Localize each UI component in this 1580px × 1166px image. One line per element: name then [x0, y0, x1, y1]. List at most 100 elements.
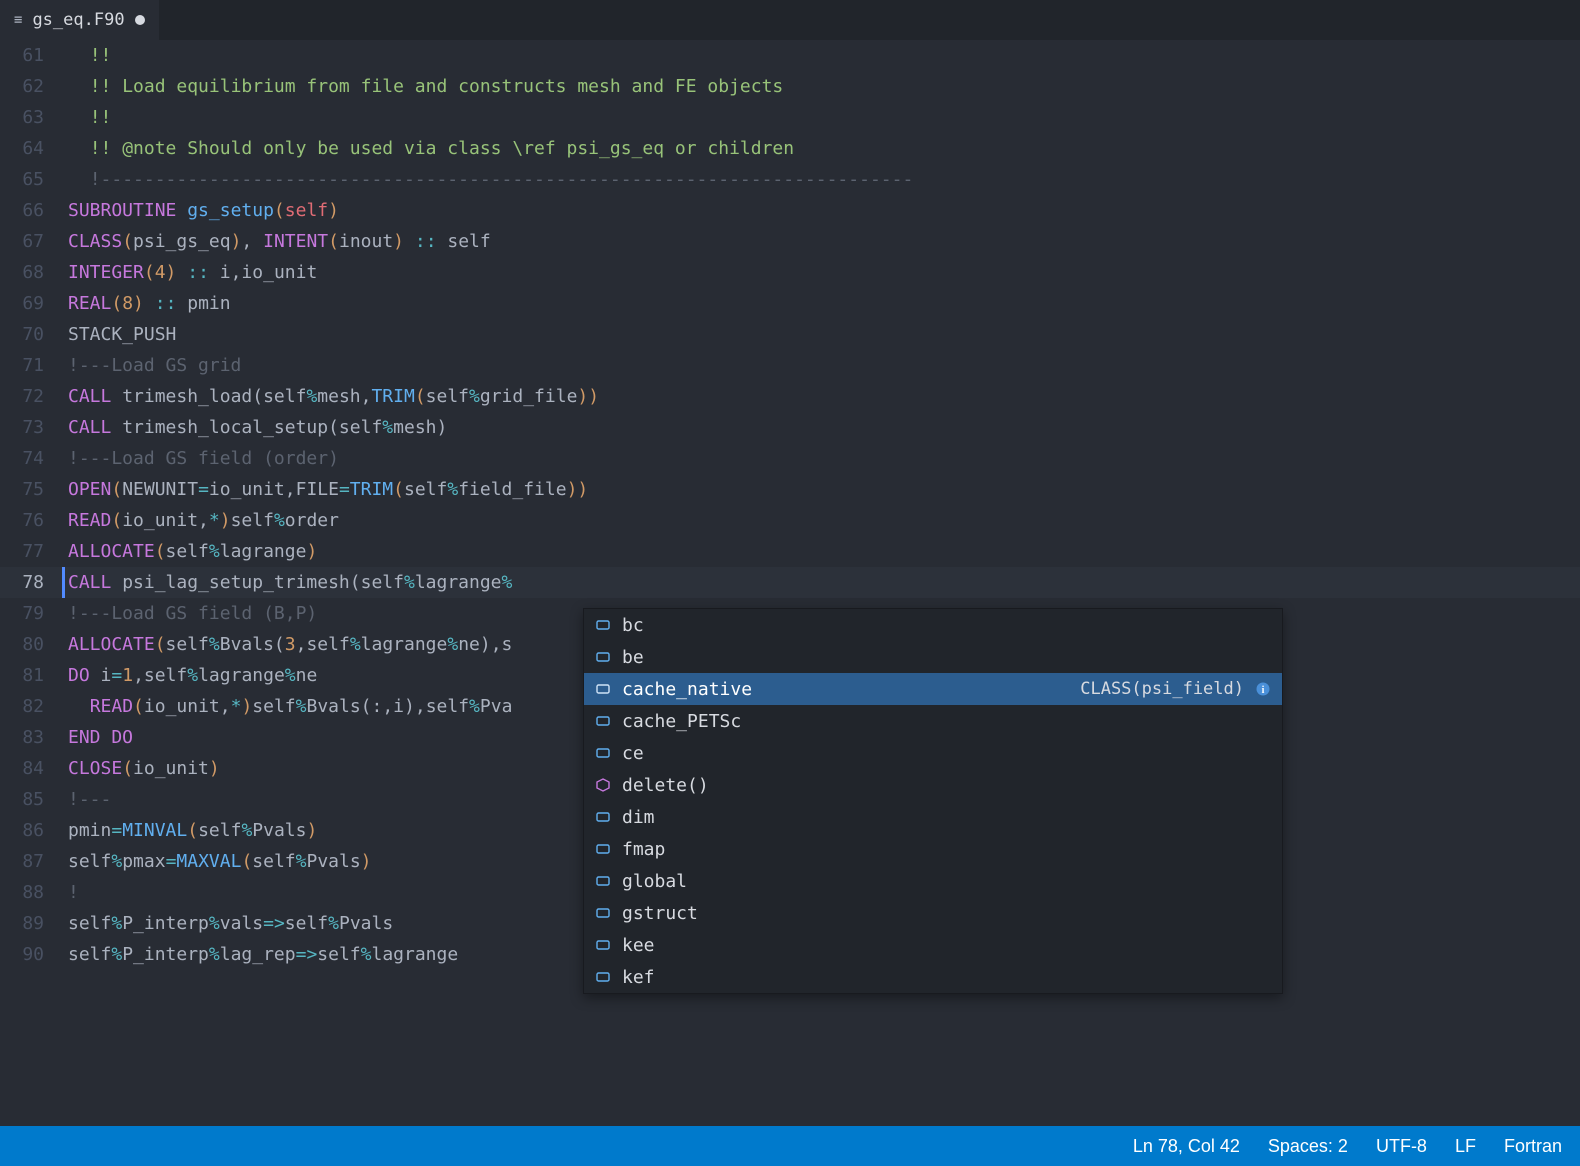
variable-icon — [594, 648, 612, 666]
variable-icon — [594, 712, 612, 730]
line-number: 79 — [0, 598, 68, 629]
autocomplete-popup[interactable]: bc be cache_nativeCLASS(psi_field)i cache_P… — [583, 608, 1283, 994]
autocomplete-label: gstruct — [622, 903, 1272, 924]
status-eol[interactable]: LF — [1455, 1136, 1476, 1157]
list-icon: ≡ — [14, 12, 22, 28]
code-content: !! — [68, 102, 1580, 133]
code-content: !---Load GS field (order) — [68, 443, 1580, 474]
autocomplete-item[interactable]: kee — [584, 929, 1282, 961]
autocomplete-item[interactable]: cache_nativeCLASS(psi_field)i — [584, 673, 1282, 705]
status-indent[interactable]: Spaces: 2 — [1268, 1136, 1348, 1157]
code-line[interactable]: 62 !! Load equilibrium from file and con… — [0, 71, 1580, 102]
status-cursor[interactable]: Ln 78, Col 42 — [1133, 1136, 1240, 1157]
code-content: ALLOCATE(self%lagrange) — [68, 536, 1580, 567]
code-line[interactable]: 77ALLOCATE(self%lagrange) — [0, 536, 1580, 567]
code-line[interactable]: 76READ(io_unit,*)self%order — [0, 505, 1580, 536]
code-content: SUBROUTINE gs_setup(self) — [68, 195, 1580, 226]
autocomplete-label: bc — [622, 615, 1272, 636]
code-content: CLASS(psi_gs_eq), INTENT(inout) :: self — [68, 226, 1580, 257]
code-line[interactable]: 72CALL trimesh_load(self%mesh,TRIM(self%… — [0, 381, 1580, 412]
code-line[interactable]: 78CALL psi_lag_setup_trimesh(self%lagran… — [0, 567, 1580, 598]
svg-text:i: i — [1262, 685, 1265, 696]
line-number: 73 — [0, 412, 68, 443]
status-encoding[interactable]: UTF-8 — [1376, 1136, 1427, 1157]
line-number: 77 — [0, 536, 68, 567]
autocomplete-label: dim — [622, 807, 1272, 828]
code-line[interactable]: 65 !------------------------------------… — [0, 164, 1580, 195]
code-line[interactable]: 67CLASS(psi_gs_eq), INTENT(inout) :: sel… — [0, 226, 1580, 257]
line-number: 62 — [0, 71, 68, 102]
variable-icon — [594, 968, 612, 986]
autocomplete-label: be — [622, 647, 1272, 668]
code-content: CALL trimesh_load(self%mesh,TRIM(self%gr… — [68, 381, 1580, 412]
autocomplete-label: delete() — [622, 775, 1272, 796]
code-line[interactable]: 73CALL trimesh_local_setup(self%mesh) — [0, 412, 1580, 443]
variable-icon — [594, 744, 612, 762]
line-number: 80 — [0, 629, 68, 660]
line-number: 68 — [0, 257, 68, 288]
autocomplete-item[interactable]: dim — [584, 801, 1282, 833]
line-number: 63 — [0, 102, 68, 133]
line-number: 61 — [0, 40, 68, 71]
autocomplete-item[interactable]: gstruct — [584, 897, 1282, 929]
code-line[interactable]: 68INTEGER(4) :: i,io_unit — [0, 257, 1580, 288]
line-number: 88 — [0, 877, 68, 908]
status-language[interactable]: Fortran — [1504, 1136, 1562, 1157]
autocomplete-item[interactable]: fmap — [584, 833, 1282, 865]
variable-icon — [594, 616, 612, 634]
code-line[interactable]: 66SUBROUTINE gs_setup(self) — [0, 195, 1580, 226]
variable-icon — [594, 840, 612, 858]
autocomplete-label: kef — [622, 967, 1272, 988]
info-icon[interactable]: i — [1254, 680, 1272, 698]
autocomplete-item[interactable]: be — [584, 641, 1282, 673]
autocomplete-item[interactable]: ce — [584, 737, 1282, 769]
autocomplete-label: cache_PETSc — [622, 711, 1272, 732]
autocomplete-item[interactable]: kef — [584, 961, 1282, 993]
autocomplete-item[interactable]: global — [584, 865, 1282, 897]
autocomplete-item[interactable]: bc — [584, 609, 1282, 641]
line-number: 75 — [0, 474, 68, 505]
code-content: CALL trimesh_local_setup(self%mesh) — [68, 412, 1580, 443]
variable-icon — [594, 936, 612, 954]
code-editor[interactable]: 61 !!62 !! Load equilibrium from file an… — [0, 40, 1580, 1126]
autocomplete-label: kee — [622, 935, 1272, 956]
code-line[interactable]: 71!---Load GS grid — [0, 350, 1580, 381]
line-number: 76 — [0, 505, 68, 536]
line-number: 90 — [0, 939, 68, 970]
variable-icon — [594, 680, 612, 698]
tab-filename: gs_eq.F90 — [32, 10, 124, 30]
code-content: REAL(8) :: pmin — [68, 288, 1580, 319]
current-line-marker — [62, 567, 65, 598]
dirty-indicator-icon — [135, 15, 145, 25]
code-line[interactable]: 61 !! — [0, 40, 1580, 71]
variable-icon — [594, 904, 612, 922]
line-number: 85 — [0, 784, 68, 815]
autocomplete-label: ce — [622, 743, 1272, 764]
variable-icon — [594, 872, 612, 890]
line-number: 67 — [0, 226, 68, 257]
code-line[interactable]: 63 !! — [0, 102, 1580, 133]
autocomplete-item[interactable]: cache_PETSc — [584, 705, 1282, 737]
line-number: 83 — [0, 722, 68, 753]
code-line[interactable]: 70STACK_PUSH — [0, 319, 1580, 350]
tab-bar: ≡ gs_eq.F90 — [0, 0, 1580, 40]
variable-icon — [594, 808, 612, 826]
code-line[interactable]: 69REAL(8) :: pmin — [0, 288, 1580, 319]
code-content: STACK_PUSH — [68, 319, 1580, 350]
autocomplete-item[interactable]: delete() — [584, 769, 1282, 801]
code-content: !! Load equilibrium from file and constr… — [68, 71, 1580, 102]
code-content: READ(io_unit,*)self%order — [68, 505, 1580, 536]
autocomplete-label: cache_native — [622, 679, 1070, 700]
code-content: INTEGER(4) :: i,io_unit — [68, 257, 1580, 288]
code-line[interactable]: 74!---Load GS field (order) — [0, 443, 1580, 474]
code-line[interactable]: 64 !! @note Should only be used via clas… — [0, 133, 1580, 164]
line-number: 71 — [0, 350, 68, 381]
code-content: !---------------------------------------… — [68, 164, 1580, 195]
line-number: 69 — [0, 288, 68, 319]
autocomplete-label: global — [622, 871, 1272, 892]
method-icon — [594, 776, 612, 794]
line-number: 86 — [0, 815, 68, 846]
code-line[interactable]: 75OPEN(NEWUNIT=io_unit,FILE=TRIM(self%fi… — [0, 474, 1580, 505]
editor-tab[interactable]: ≡ gs_eq.F90 — [0, 0, 159, 40]
code-content: !---Load GS grid — [68, 350, 1580, 381]
